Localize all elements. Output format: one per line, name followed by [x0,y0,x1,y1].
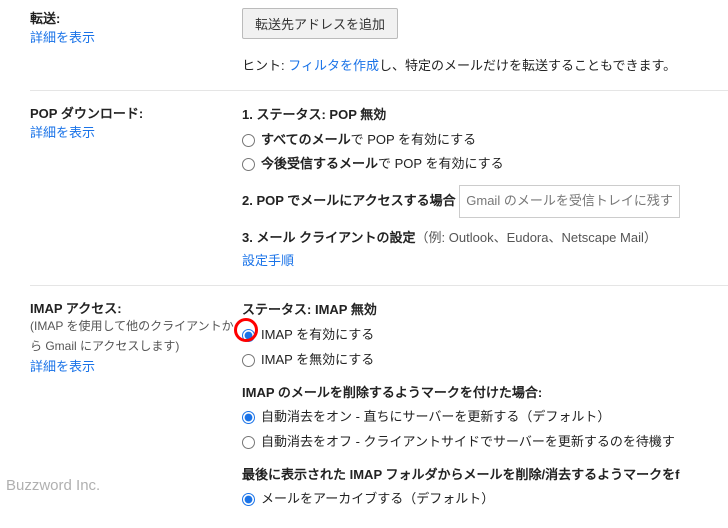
forwarding-detail-link[interactable]: 詳細を表示 [30,30,95,45]
imap-section: IMAP アクセス: (IMAP を使用して他のクライアントか ら Gmail … [30,286,728,528]
imap-subtitle-1: (IMAP を使用して他のクライアントか [30,317,242,336]
pop-all-prefix: すべてのメール [261,132,351,147]
imap-disable-label: IMAP を無効にする [261,348,374,373]
imap-detail-link[interactable]: 詳細を表示 [30,359,95,374]
imap-autodel-on-radio[interactable] [242,411,255,424]
pop-future-prefix: 今後受信するメール [261,156,378,171]
pop-access-select[interactable]: Gmail のメールを受信トレイに残す [459,185,680,218]
pop-enable-all-radio[interactable] [242,134,255,147]
imap-autodel-off-radio[interactable] [242,436,255,449]
create-filter-link[interactable]: フィルタを作成 [288,58,379,73]
pop-title: POP ダウンロード: [30,103,242,122]
imap-last-title: 最後に表示された IMAP フォルダからメールを削除/消去するようマークをf [242,463,728,488]
forwarding-title: 転送: [30,8,242,27]
forwarding-section: 転送: 詳細を表示 転送先アドレスを追加 ヒント: フィルタを作成し、特定のメー… [30,8,728,91]
pop-enable-future-radio[interactable] [242,158,255,171]
imap-autodel-off-label: 自動消去をオフ - クライアントサイドでサーバーを更新するのを待機す [261,430,675,455]
pop-status-value: POP 無効 [329,107,386,122]
hint-suffix: し、特定のメールだけを転送することもできます。 [379,58,676,73]
pop-section: POP ダウンロード: 詳細を表示 1. ステータス: POP 無効 すべてのメ… [30,91,728,286]
pop-status-label: 1. ステータス: [242,107,329,122]
pop-detail-link[interactable]: 詳細を表示 [30,125,95,140]
pop-all-suffix: で POP を有効にする [351,132,477,147]
imap-enable-radio[interactable] [242,329,255,342]
imap-enable-label: IMAP を有効にする [261,323,374,348]
pop-future-suffix: で POP を有効にする [378,156,504,171]
imap-subtitle-2: ら Gmail にアクセスします) [30,337,242,356]
pop-step3-example: （例: Outlook、Eudora、Netscape Mail） [416,230,657,245]
imap-status-value: IMAP 無効 [315,302,377,317]
imap-status-label: ステータス: [242,302,315,317]
add-forwarding-address-button[interactable]: 転送先アドレスを追加 [242,8,398,39]
imap-delete-title: IMAP のメールを削除するようマークを付けた場合: [242,381,728,406]
pop-step3-label: 3. メール クライアントの設定 [242,230,416,245]
hint-prefix: ヒント: [242,58,288,73]
imap-autodel-on-label: 自動消去をオン - 直ちにサーバーを更新する（デフォルト） [261,405,610,430]
imap-title: IMAP アクセス: [30,298,242,317]
pop-setup-link[interactable]: 設定手順 [242,253,294,268]
imap-disable-radio[interactable] [242,354,255,367]
pop-step2-label: 2. POP でメールにアクセスする場合 [242,193,456,208]
watermark-text: Buzzword Inc. [6,477,100,494]
